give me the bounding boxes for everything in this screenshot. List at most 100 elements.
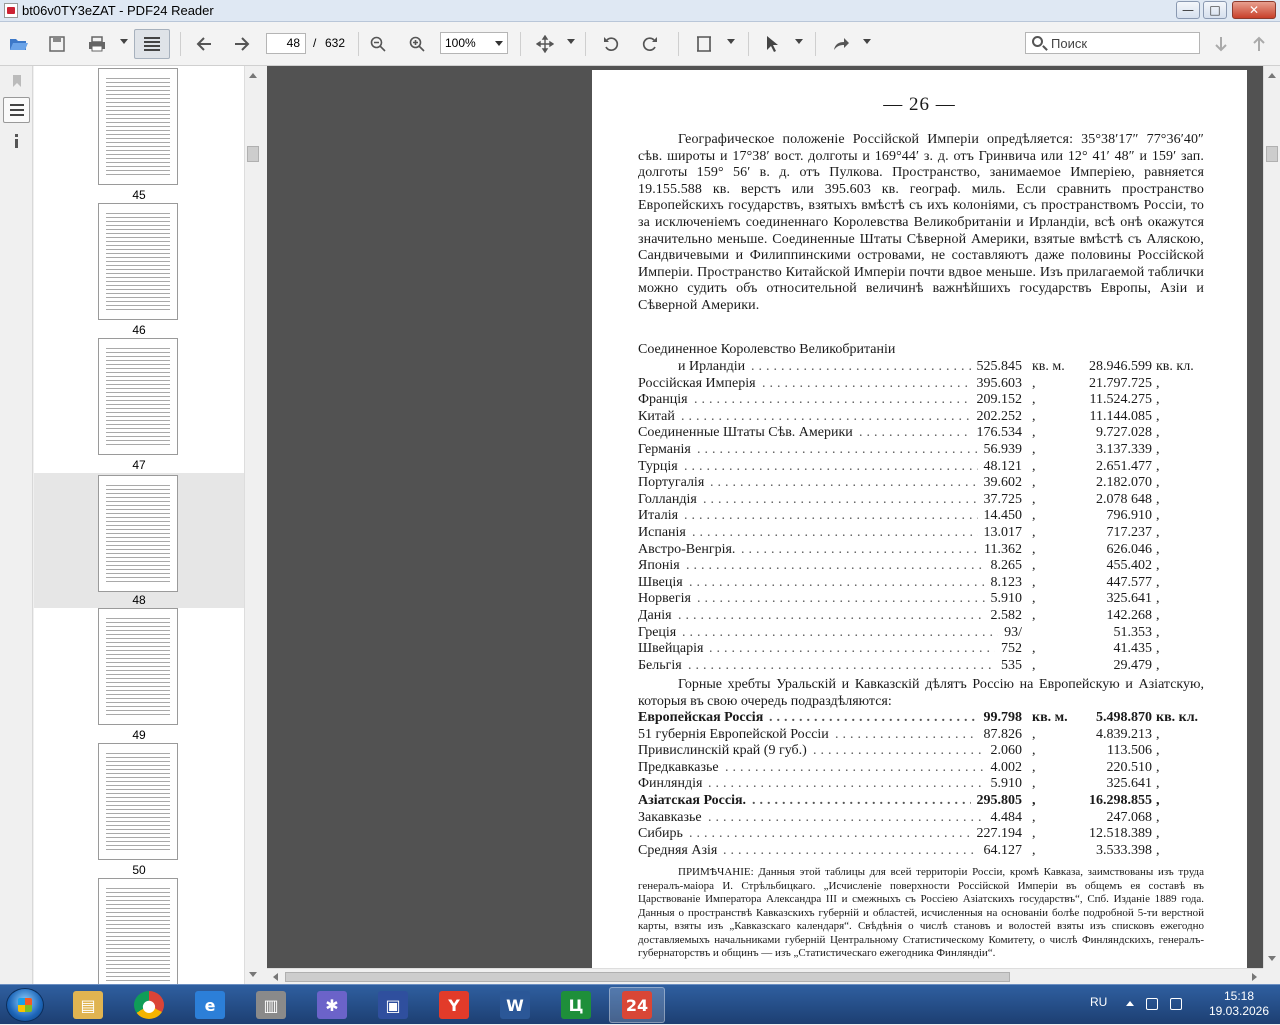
print-menu-chevron-icon[interactable] bbox=[120, 39, 128, 44]
print-icon[interactable] bbox=[84, 29, 110, 59]
show-hidden-icons-chevron-icon[interactable] bbox=[1126, 1001, 1134, 1006]
thumbnail-page[interactable]: 49 bbox=[34, 608, 244, 743]
chevron-down-icon bbox=[495, 41, 503, 46]
search-previous-up-arrow-icon[interactable] bbox=[1248, 29, 1270, 59]
volume-icon[interactable] bbox=[1170, 998, 1182, 1010]
leader-dots: ....................................... bbox=[741, 541, 978, 557]
row-name: Данія bbox=[638, 608, 672, 623]
unit-2: кв. кл. bbox=[1156, 359, 1194, 374]
taskbar-pdf24-button[interactable]: 24 bbox=[609, 987, 665, 1023]
search-input[interactable]: Поиск bbox=[1025, 32, 1200, 54]
thumbnail-page[interactable]: 46 bbox=[34, 203, 244, 338]
cursor-select-icon[interactable] bbox=[760, 29, 784, 59]
area-sq-miles: 48.121 bbox=[983, 458, 1023, 474]
table-row: Греція 93/51.353,........................… bbox=[638, 625, 1208, 642]
move-menu-chevron-icon[interactable] bbox=[567, 39, 575, 44]
zoom-select[interactable]: 100% bbox=[440, 32, 508, 54]
move-pan-icon[interactable] bbox=[532, 29, 558, 59]
scrollbar-thumb[interactable] bbox=[247, 146, 259, 162]
scroll-left-arrow-icon[interactable] bbox=[273, 973, 278, 981]
next-page-arrow-icon[interactable] bbox=[230, 29, 254, 59]
toolbar-divider bbox=[358, 32, 359, 56]
thumbnail-page[interactable] bbox=[34, 878, 244, 984]
thumbnail-page-selected[interactable]: 48 bbox=[34, 473, 244, 608]
thumbnail-page[interactable]: 47 bbox=[34, 338, 244, 473]
taskbar-calc-app-button[interactable]: Ц bbox=[548, 987, 604, 1023]
thumbnail-label: 50 bbox=[132, 863, 146, 877]
unit-1: , bbox=[1032, 793, 1036, 808]
unit-2: , bbox=[1156, 759, 1160, 775]
leader-dots: ........................................… bbox=[694, 392, 971, 408]
internet-explorer-icon: e bbox=[195, 991, 225, 1019]
unit-1: , bbox=[1032, 491, 1036, 507]
thumbnail-page[interactable]: 45 bbox=[34, 68, 244, 203]
taskbar-floppy-save-button[interactable]: ▣ bbox=[365, 987, 421, 1023]
scroll-up-arrow-icon[interactable] bbox=[1268, 73, 1276, 78]
thumbnails-tab-icon[interactable] bbox=[3, 97, 30, 123]
scrollbar-thumb[interactable] bbox=[285, 972, 1010, 982]
zoom-in-icon[interactable] bbox=[405, 29, 429, 59]
thumbnails-scrollbar[interactable] bbox=[244, 66, 261, 984]
zoom-out-icon[interactable] bbox=[366, 29, 390, 59]
open-folder-icon[interactable] bbox=[6, 29, 32, 59]
thumbnail-page[interactable]: 50 bbox=[34, 743, 244, 878]
language-indicator[interactable]: RU bbox=[1090, 995, 1107, 1009]
cursor-menu-chevron-icon[interactable] bbox=[795, 39, 803, 44]
info-icon[interactable] bbox=[3, 128, 30, 154]
area-sq-miles: 2.060 bbox=[990, 743, 1023, 759]
document-vertical-scrollbar[interactable] bbox=[1263, 66, 1280, 968]
taskbar-internet-explorer-button[interactable]: e bbox=[182, 987, 238, 1023]
taskbar-yandex-browser-button[interactable]: Y bbox=[426, 987, 482, 1023]
rotate-right-icon[interactable] bbox=[637, 29, 663, 59]
unit-2: , bbox=[1156, 375, 1160, 391]
area-sq-miles: 11.362 bbox=[984, 541, 1022, 557]
leader-dots: ........................................… bbox=[689, 574, 985, 590]
scroll-up-arrow-icon[interactable] bbox=[249, 73, 257, 78]
layout-menu-chevron-icon[interactable] bbox=[727, 39, 735, 44]
scroll-right-arrow-icon[interactable] bbox=[1252, 973, 1257, 981]
document-viewer[interactable]: — 26 — Географическое положеніе Россійск… bbox=[267, 66, 1263, 968]
share-arrow-icon[interactable] bbox=[828, 29, 854, 59]
row-name: 51 губернія Европейской Россіи bbox=[638, 726, 829, 742]
taskbar-word-button[interactable]: W bbox=[487, 987, 543, 1023]
taskbar-printer-button[interactable]: ▥ bbox=[243, 987, 299, 1023]
row-name: Италія bbox=[638, 508, 679, 524]
save-icon[interactable] bbox=[44, 29, 70, 59]
maximize-button[interactable]: □ bbox=[1203, 1, 1227, 19]
previous-page-arrow-icon[interactable] bbox=[192, 29, 216, 59]
scroll-down-arrow-icon[interactable] bbox=[1268, 956, 1276, 961]
minimize-button[interactable]: — bbox=[1176, 1, 1200, 19]
taskbar-explorer-button[interactable]: ▤ bbox=[60, 987, 116, 1023]
area-sq-km: 447.577 bbox=[1106, 574, 1153, 590]
network-icon[interactable] bbox=[1146, 998, 1158, 1010]
share-menu-chevron-icon[interactable] bbox=[863, 39, 871, 44]
leader-dots: ........................................… bbox=[708, 809, 985, 825]
row-name: Сибирь bbox=[638, 826, 683, 842]
start-button[interactable] bbox=[6, 988, 44, 1022]
scroll-down-arrow-icon[interactable] bbox=[249, 972, 257, 977]
clock[interactable]: 15:18 19.03.2026 bbox=[1200, 989, 1278, 1019]
scrollbar-thumb[interactable] bbox=[1266, 146, 1278, 162]
close-button[interactable]: ✕ bbox=[1232, 1, 1276, 19]
printer-icon: ▥ bbox=[256, 991, 286, 1019]
leader-dots: .................................... bbox=[752, 793, 971, 808]
search-placeholder: Поиск bbox=[1051, 36, 1088, 51]
leader-dots: .................................. bbox=[762, 375, 971, 391]
table-row: Франція 209.152, 11.524.275,..............… bbox=[638, 392, 1208, 409]
search-next-down-arrow-icon[interactable] bbox=[1210, 29, 1232, 59]
unit-1: , bbox=[1032, 776, 1036, 792]
page-number-input[interactable]: 48 bbox=[266, 33, 306, 54]
document-horizontal-scrollbar[interactable] bbox=[267, 968, 1263, 984]
sidebar-toggle-button[interactable] bbox=[134, 29, 170, 59]
unit-2: , bbox=[1156, 408, 1160, 424]
page-layout-icon[interactable] bbox=[690, 29, 718, 59]
taskbar-spider-app-button[interactable]: ✱ bbox=[304, 987, 360, 1023]
bookmark-icon[interactable] bbox=[3, 68, 30, 94]
row-name: Закавказье bbox=[638, 809, 702, 825]
area-sq-miles: 8.123 bbox=[990, 574, 1023, 590]
table-row: Привислинскій край (9 губ.) 2.060, 113.506… bbox=[638, 743, 1208, 760]
rotate-left-icon[interactable] bbox=[598, 29, 624, 59]
area-sq-km: 51.353 bbox=[1113, 624, 1153, 640]
taskbar-chrome-button[interactable]: ● bbox=[121, 987, 177, 1023]
leader-dots: ........................................… bbox=[684, 508, 978, 524]
